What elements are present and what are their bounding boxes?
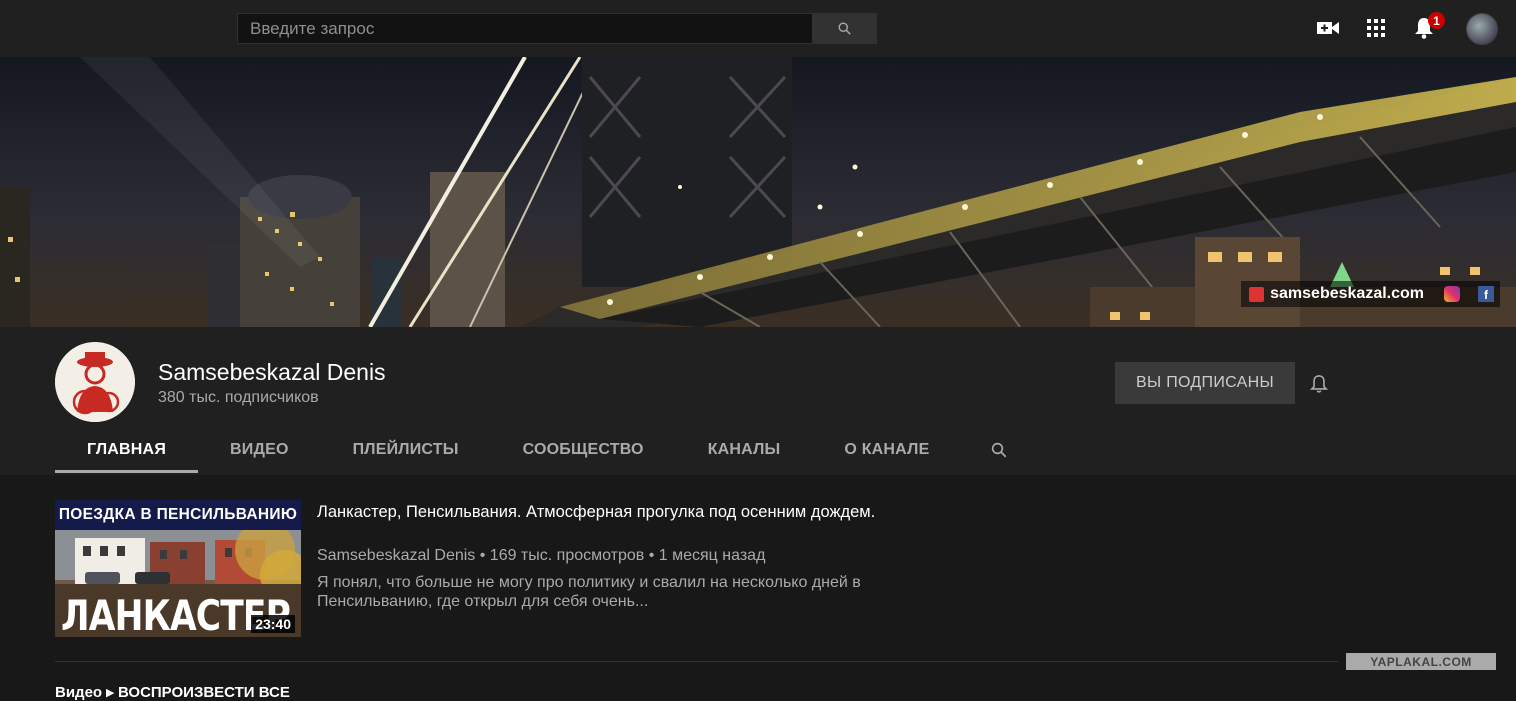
video-duration: 23:40 xyxy=(251,615,295,633)
search-button[interactable] xyxy=(813,13,877,44)
channel-tabs: ГЛАВНАЯ ВИДЕО ПЛЕЙЛИСТЫ СООБЩЕСТВО КАНАЛ… xyxy=(55,427,1019,475)
banner-site-link[interactable]: samsebeskazal.com xyxy=(1270,285,1424,303)
bell-outline-icon xyxy=(1310,375,1328,393)
featured-video-description: Я понял, что больше не могу про политику… xyxy=(317,574,861,610)
thumbnail-caption-top: ПОЕЗДКА В ПЕНСИЛЬВАНИЮ xyxy=(55,500,301,530)
channel-content: ПОЕЗДКА В ПЕНСИЛЬВАНИЮ ЛАНКАСТЕР 23:40 Л… xyxy=(0,475,1516,701)
channel-name: Samsebeskazal Denis xyxy=(158,359,386,385)
tab-community[interactable]: СООБЩЕСТВО xyxy=(491,427,676,473)
tab-about[interactable]: О КАНАЛЕ xyxy=(812,427,961,473)
search-icon xyxy=(992,442,1007,458)
apps-grid-icon xyxy=(1367,19,1385,37)
avatar[interactable] xyxy=(1466,13,1498,45)
channel-header: Samsebeskazal Denis 380 тыс. подписчиков… xyxy=(0,327,1516,475)
section-divider xyxy=(55,661,1338,662)
instagram-icon[interactable] xyxy=(1444,286,1460,302)
subscriber-count: 380 тыс. подписчиков xyxy=(158,389,319,406)
subscribed-button[interactable]: ВЫ ПОДПИСАНЫ xyxy=(1115,362,1295,404)
featured-video-meta: Samsebeskazal Denis • 169 тыс. просмотро… xyxy=(317,547,766,564)
top-bar: 1 xyxy=(0,0,1516,57)
notification-count-badge: 1 xyxy=(1428,12,1445,29)
tab-playlists[interactable]: ПЛЕЙЛИСТЫ xyxy=(321,427,491,473)
featured-video-thumbnail[interactable]: ПОЕЗДКА В ПЕНСИЛЬВАНИЮ ЛАНКАСТЕР 23:40 xyxy=(55,500,301,637)
search-input[interactable] xyxy=(237,13,813,44)
section-heading[interactable]: Видео ▸ ВОСПРОИЗВЕСТИ ВСЕ xyxy=(55,683,290,701)
tab-videos[interactable]: ВИДЕО xyxy=(198,427,321,473)
channel-banner: samsebeskazal.com f xyxy=(0,57,1516,327)
featured-video-title[interactable]: Ланкастер, Пенсильвания. Атмосферная про… xyxy=(317,500,877,524)
search-bar xyxy=(237,13,877,44)
tab-home[interactable]: ГЛАВНАЯ xyxy=(55,427,199,473)
channel-search-button[interactable] xyxy=(979,427,1019,473)
tab-channels[interactable]: КАНАЛЫ xyxy=(676,427,813,473)
apps-button[interactable] xyxy=(1365,17,1387,39)
search-icon xyxy=(838,22,851,35)
channel-logo-icon xyxy=(55,342,135,422)
notification-bell-button[interactable] xyxy=(1306,371,1332,397)
video-camera-icon xyxy=(1317,22,1339,34)
banner-links: samsebeskazal.com f xyxy=(1241,281,1500,307)
watermark: YAPLAKAL.COM xyxy=(1346,653,1496,670)
site-logo-icon xyxy=(1249,286,1265,302)
create-video-button[interactable] xyxy=(1317,17,1339,39)
facebook-icon[interactable]: f xyxy=(1478,286,1494,302)
channel-avatar[interactable] xyxy=(55,342,135,422)
